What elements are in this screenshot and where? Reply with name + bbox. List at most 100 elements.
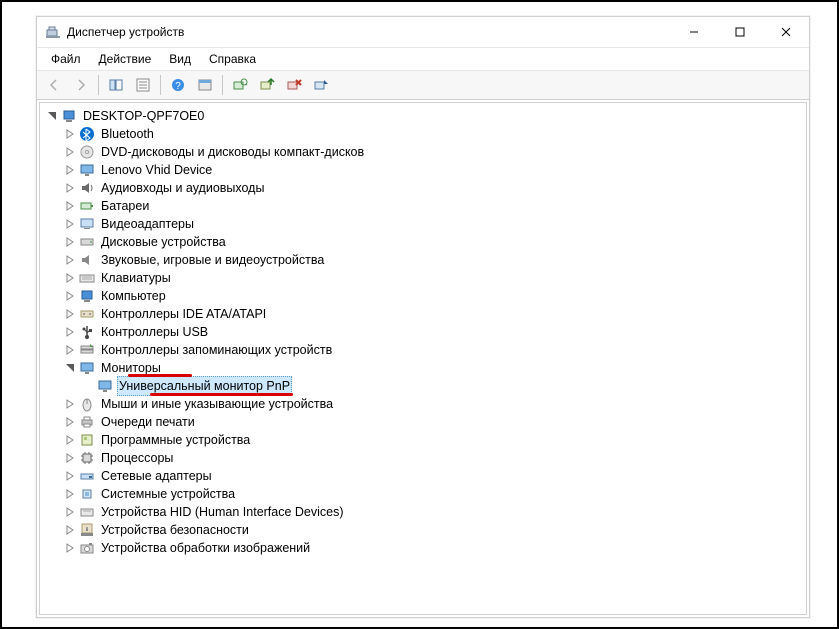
category-node[interactable]: Мыши и иные указывающие устройства [40,395,806,413]
expander-closed-icon[interactable] [62,504,78,520]
close-button[interactable] [763,17,809,47]
category-node[interactable]: Видеоадаптеры [40,215,806,233]
expander-open-icon[interactable] [62,360,78,376]
help-button[interactable]: ? [165,72,191,98]
category-node[interactable]: Программные устройства [40,431,806,449]
tree-node-label: Контроллеры запоминающих устройств [99,341,334,359]
expander-closed-icon[interactable] [62,180,78,196]
hid-icon [79,504,95,520]
category-node[interactable]: Устройства обработки изображений [40,539,806,557]
tree-node-label: Мыши и иные указывающие устройства [99,395,335,413]
expander-closed-icon[interactable] [62,162,78,178]
expander-closed-icon[interactable] [62,468,78,484]
tree-node-label: Компьютер [99,287,168,305]
category-node[interactable]: Очереди печати [40,413,806,431]
show-hide-console-button[interactable] [103,72,129,98]
toolbar-separator [160,75,161,95]
expander-closed-icon[interactable] [62,234,78,250]
forward-button[interactable] [68,72,94,98]
monitor-icon [79,360,95,376]
category-node[interactable]: Устройства HID (Human Interface Devices) [40,503,806,521]
scan-hardware-button[interactable] [227,72,253,98]
uninstall-device-button[interactable] [281,72,307,98]
expander-closed-icon[interactable] [62,432,78,448]
tree-node-label: Системные устройства [99,485,237,503]
device-tree-pane[interactable]: DESKTOP-QPF7OE0BluetoothDVD-дисководы и … [39,102,807,615]
keyboard-icon [79,270,95,286]
tree-node-label: Звуковые, игровые и видеоустройства [99,251,326,269]
tree-node-label: Дисковые устройства [99,233,228,251]
category-node[interactable]: Bluetooth [40,125,806,143]
category-node[interactable]: Lenovo Vhid Device [40,161,806,179]
expander-closed-icon[interactable] [62,342,78,358]
category-node[interactable]: Контроллеры IDE ATA/ATAPI [40,305,806,323]
computer-icon [79,288,95,304]
software-icon [79,432,95,448]
category-node[interactable]: Батареи [40,197,806,215]
menu-view[interactable]: Вид [161,50,199,68]
properties-button[interactable] [130,72,156,98]
menu-action[interactable]: Действие [91,50,160,68]
toolbar-separator [222,75,223,95]
category-node[interactable]: Контроллеры запоминающих устройств [40,341,806,359]
category-node[interactable]: Процессоры [40,449,806,467]
mouse-icon [79,396,95,412]
storage-icon [79,342,95,358]
expander-closed-icon[interactable] [62,324,78,340]
network-icon [79,468,95,484]
tree-node-label: Устройства обработки изображений [99,539,312,557]
update-driver-button[interactable] [254,72,280,98]
sound-icon [79,252,95,268]
category-node[interactable]: Звуковые, игровые и видеоустройства [40,251,806,269]
tree-node-label: Универсальный монитор PnP [117,376,292,396]
maximize-button[interactable] [717,17,763,47]
expander-closed-icon[interactable] [62,198,78,214]
tree-node-label: Очереди печати [99,413,197,431]
action-toolbar-button[interactable] [192,72,218,98]
tree-node-label: Программные устройства [99,431,252,449]
printer-icon [79,414,95,430]
tree-node-label: Устройства HID (Human Interface Devices) [99,503,346,521]
category-node[interactable]: Аудиовходы и аудиовыходы [40,179,806,197]
monitor-icon [97,378,113,394]
menu-help[interactable]: Справка [201,50,264,68]
expander-open-icon[interactable] [44,108,60,124]
category-node[interactable]: Устройства безопасности [40,521,806,539]
category-node[interactable]: Компьютер [40,287,806,305]
expander-closed-icon[interactable] [62,396,78,412]
expander-closed-icon[interactable] [62,486,78,502]
security-icon [79,522,95,538]
expander-closed-icon[interactable] [62,540,78,556]
expander-closed-icon[interactable] [62,522,78,538]
category-node[interactable]: Мониторы [40,359,806,377]
menu-file[interactable]: Файл [43,50,89,68]
tree-node-label: Контроллеры IDE ATA/ATAPI [99,305,268,323]
category-node[interactable]: Контроллеры USB [40,323,806,341]
disable-device-button[interactable] [308,72,334,98]
expander-closed-icon[interactable] [62,216,78,232]
expander-closed-icon[interactable] [62,414,78,430]
back-button[interactable] [41,72,67,98]
device-node[interactable]: Универсальный монитор PnP [40,377,806,395]
expander-closed-icon[interactable] [62,306,78,322]
display-icon [79,216,95,232]
category-node[interactable]: Дисковые устройства [40,233,806,251]
tree-node-label: DESKTOP-QPF7OE0 [81,107,206,125]
expander-closed-icon[interactable] [62,144,78,160]
tree-node-label: Видеоадаптеры [99,215,196,233]
expander-closed-icon[interactable] [62,288,78,304]
minimize-button[interactable] [671,17,717,47]
expander-closed-icon[interactable] [62,450,78,466]
window-title: Диспетчер устройств [67,25,671,39]
tree-node-label: Мониторы [99,359,163,377]
expander-closed-icon[interactable] [62,270,78,286]
battery-icon [79,198,95,214]
expander-closed-icon[interactable] [62,252,78,268]
category-node[interactable]: DVD-дисководы и дисководы компакт-дисков [40,143,806,161]
category-node[interactable]: Сетевые адаптеры [40,467,806,485]
category-node[interactable]: Системные устройства [40,485,806,503]
root-node[interactable]: DESKTOP-QPF7OE0 [40,107,806,125]
toolbar: ? [37,71,809,100]
category-node[interactable]: Клавиатуры [40,269,806,287]
expander-closed-icon[interactable] [62,126,78,142]
